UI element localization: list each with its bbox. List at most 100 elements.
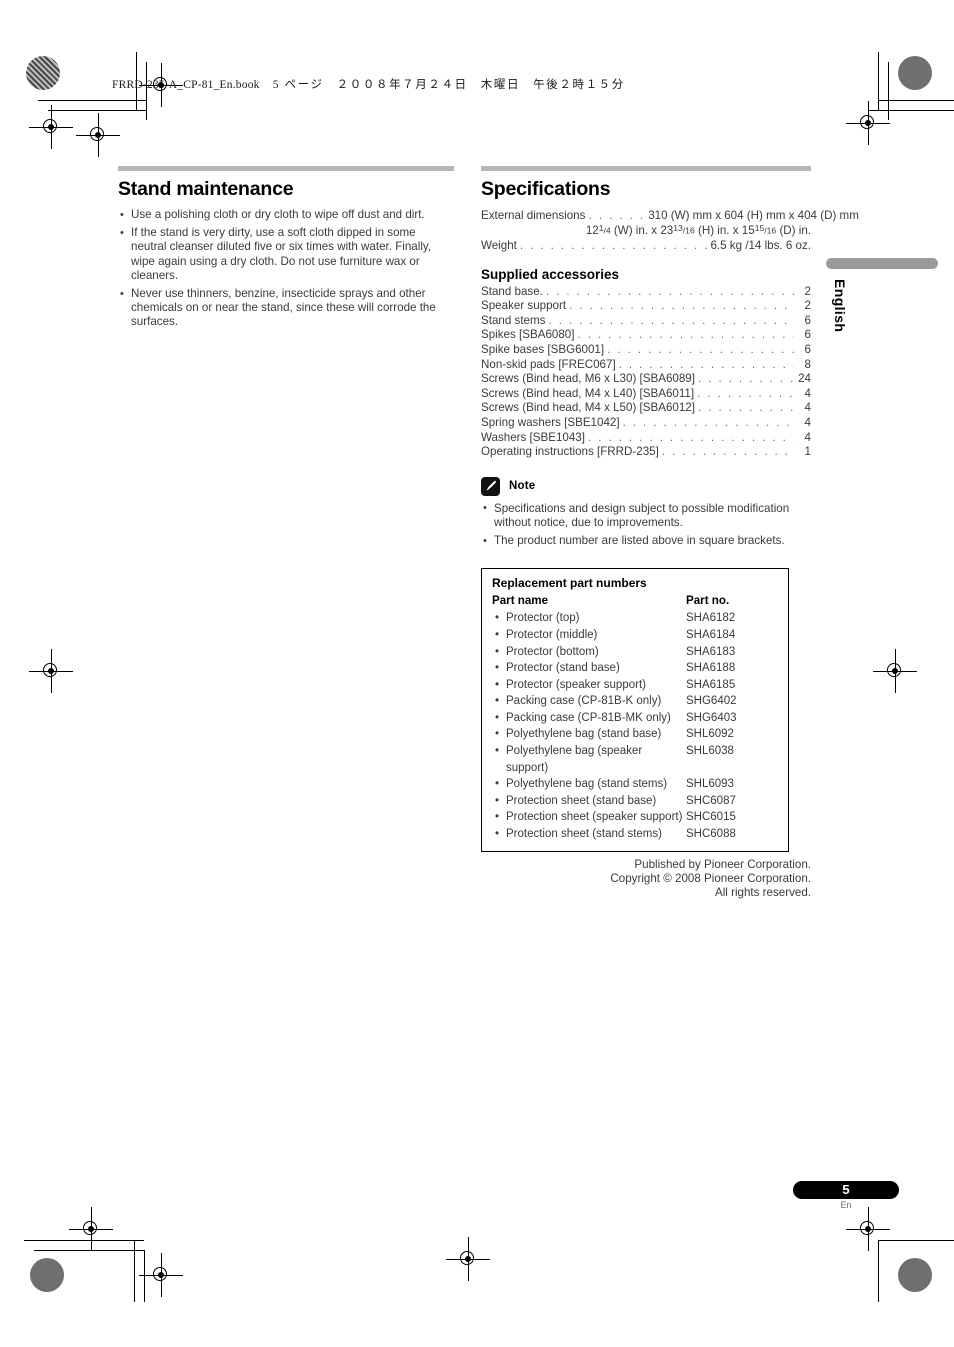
crop-line	[38, 100, 146, 101]
spec-value: 310 (W) mm x 604 (H) mm x 404 (D) mm	[648, 209, 859, 222]
list-item: Spike bases [SBG6001] . . . . . . . . . …	[481, 343, 811, 358]
copyright-line: Copyright © 2008 Pioneer Corporation.	[610, 872, 811, 886]
table-row: Protector (speaker support) SHA6185	[492, 677, 778, 694]
spec-value: 6.5 kg /14 lbs. 6 oz.	[710, 239, 811, 252]
accessory-qty: 24	[798, 372, 811, 386]
part-no: SHA6185	[686, 678, 736, 691]
publisher-block: Published by Pioneer Corporation. Copyri…	[481, 858, 811, 901]
accessory-name: Screws (Bind head, M4 x L40) [SBA6011]	[481, 386, 695, 400]
crop-line	[878, 1240, 954, 1241]
table-header-row: Part name Part no.	[492, 594, 778, 607]
leader-dots: . . . . . . . . . . . . . . . . . . . . …	[577, 328, 794, 342]
dim-h-suffix: (H) in. x	[697, 224, 739, 237]
accessory-qty: 8	[804, 357, 811, 371]
registration-target	[76, 113, 120, 157]
spec-label: Weight	[481, 239, 517, 252]
list-item: Screws (Bind head, M4 x L50) [SBA6012] .…	[481, 401, 811, 416]
table-row: Protection sheet (stand base) SHC6087	[492, 793, 778, 810]
leader-dots: . . . . . . . . . . . . . . . . . . . . …	[622, 415, 794, 429]
accessory-name: Screws (Bind head, M6 x L30) [SBA6089]	[481, 372, 695, 386]
leader-dots: . . . . . . . . . . . . . . . . . . . . …	[661, 445, 794, 459]
part-name: Packing case (CP-81B-MK only)	[492, 710, 686, 727]
supplied-accessories-list: Stand base. . . . . . . . . . . . . . . …	[481, 285, 811, 460]
note-list: Specifications and design subject to pos…	[481, 501, 811, 549]
crop-line	[878, 1240, 879, 1302]
spec-external-dimensions: External dimensions . . . . . . 310 (W) …	[481, 208, 859, 223]
table-row: Protector (bottom) SHA6183	[492, 644, 778, 661]
registration-target-left-mid	[29, 649, 73, 693]
accessory-qty: 6	[804, 313, 811, 327]
leader-dots: . . . . . . . . . . . . . . . . . . . . …	[618, 357, 794, 371]
table-row: Protection sheet (speaker support) SHC60…	[492, 809, 778, 826]
leader-dots: . . . . . . . . . . . . . . . . . . . . …	[697, 386, 794, 400]
part-no: SHL6093	[686, 778, 734, 791]
part-no: SHA6184	[686, 628, 736, 641]
registration-target	[846, 101, 890, 145]
part-no: SHC6015	[686, 811, 736, 824]
dim-w-fraction: 1/4	[598, 223, 611, 236]
dim-h-whole: 23	[660, 224, 674, 237]
table-row: Polyethylene bag (speaker support) SHL60…	[492, 743, 778, 776]
accessory-name: Speaker support	[481, 299, 567, 313]
section-rule	[118, 166, 454, 171]
table-row: Protector (top) SHA6182	[492, 610, 778, 627]
spec-weight: Weight . . . . . . . . . . . . . . . . .…	[481, 239, 811, 254]
list-item: Operating instructions [FRRD-235] . . . …	[481, 445, 811, 460]
table-row: Protector (middle) SHA6184	[492, 627, 778, 644]
list-item: Screws (Bind head, M4 x L40) [SBA6011] .…	[481, 387, 811, 402]
part-no: SHA6183	[686, 645, 736, 658]
note-header: Note	[481, 476, 811, 496]
subsection-title-supplied-accessories: Supplied accessories	[481, 266, 620, 282]
pencil-icon	[481, 476, 500, 496]
side-tab-bar	[826, 258, 938, 269]
list-item: If the stand is very dirty, use a soft c…	[118, 226, 454, 283]
spec-external-dimensions-inches: 121/4 (W) in. x 2313/16 (H) in. x 1515/1…	[481, 223, 811, 238]
column-header-part-name: Part name	[492, 594, 549, 608]
note-label: Note	[509, 480, 536, 493]
table-title: Replacement part numbers	[492, 576, 647, 591]
part-no: SHC6088	[686, 828, 736, 841]
accessory-name: Stand base.	[481, 284, 543, 298]
accessory-qty: 2	[804, 299, 811, 313]
list-item: Use a polishing cloth or dry cloth to wi…	[118, 207, 454, 222]
dim-d-fraction: 15/16	[754, 223, 777, 236]
page-title-specifications: Specifications	[481, 178, 611, 200]
part-name: Protection sheet (stand base)	[492, 793, 686, 810]
crop-line	[878, 100, 954, 101]
part-name: Protector (bottom)	[492, 644, 686, 661]
list-item: Spikes [SBA6080] . . . . . . . . . . . .…	[481, 328, 811, 343]
list-item: Stand base. . . . . . . . . . . . . . . …	[481, 285, 811, 300]
leader-dots: . . . . . .	[588, 209, 645, 222]
accessory-qty: 4	[804, 386, 811, 400]
running-head-date: ２００８年７月２４日 木曜日 午後２時１５分	[336, 79, 625, 91]
crop-line	[134, 1240, 135, 1302]
accessory-name: Stand stems	[481, 313, 546, 327]
part-no: SHC6087	[686, 794, 736, 807]
dim-w-whole: 12	[585, 224, 599, 237]
part-name: Protector (middle)	[492, 627, 686, 644]
list-item: Screws (Bind head, M6 x L30) [SBA6089] .…	[481, 372, 811, 387]
registration-target	[846, 1207, 890, 1251]
running-head-page-label: 5 ページ	[272, 79, 324, 91]
crop-line	[48, 110, 146, 111]
table-row: Protector (stand base) SHA6188	[492, 660, 778, 677]
leader-dots: . . . . . . . . . . . . . . . . . . . . …	[587, 430, 794, 444]
part-no: SHL6038	[686, 745, 734, 758]
accessory-name: Spikes [SBA6080]	[481, 328, 575, 342]
leader-dots: . . . . . . . . . . . . . . . . . . . . …	[607, 342, 794, 356]
part-no: SHG6402	[686, 695, 737, 708]
crop-line	[878, 52, 879, 110]
replacement-parts-table: Replacement part numbers Part name Part …	[481, 568, 789, 852]
accessory-qty: 6	[804, 342, 811, 356]
leader-dots: . . . . . . . . . . . . . . . . . . . . …	[548, 313, 794, 327]
accessory-qty: 2	[804, 284, 811, 298]
accessory-name: Screws (Bind head, M4 x L50) [SBA6012]	[481, 401, 695, 415]
side-tab-label: English	[832, 279, 848, 333]
part-no: SHA6188	[686, 662, 736, 675]
part-name: Protection sheet (stand stems)	[492, 826, 686, 843]
part-name: Packing case (CP-81B-K only)	[492, 693, 686, 710]
list-item: The product number are listed above in s…	[481, 534, 811, 548]
table-row: Packing case (CP-81B-K only) SHG6402	[492, 693, 778, 710]
manual-page: FRRD-235-A_CP-81_En.book 5 ページ ２００８年７月２４…	[0, 0, 954, 1347]
page-number-value: 5	[793, 1181, 899, 1199]
